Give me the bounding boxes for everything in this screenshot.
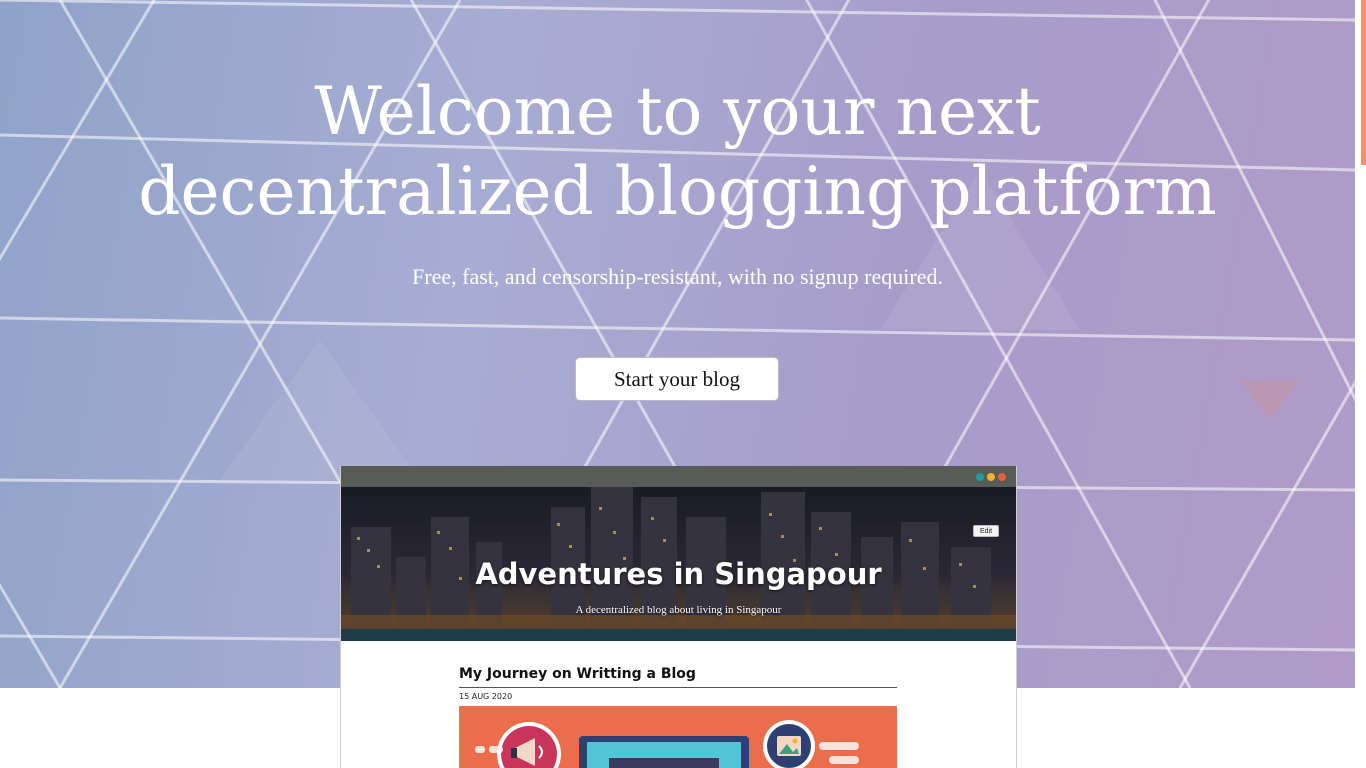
- blog-subtitle: A decentralized blog about living in Sin…: [575, 604, 782, 616]
- window-dot-icon: [987, 473, 995, 481]
- post-divider: [459, 687, 897, 688]
- post-illustration: [459, 706, 897, 768]
- edit-button[interactable]: Edit: [973, 525, 999, 537]
- start-blog-button[interactable]: Start your blog: [575, 357, 779, 401]
- blog-preview-window: Edit Adventures in Singapour A decentral…: [340, 466, 1017, 768]
- scrollbar-thumb[interactable]: [1361, 0, 1366, 165]
- window-dot-icon: [998, 473, 1006, 481]
- blog-title: Adventures in Singapour: [475, 557, 882, 591]
- window-dot-icon: [976, 473, 984, 481]
- hero-heading: Welcome to your next decentralized blogg…: [0, 72, 1355, 232]
- page-scrollbar[interactable]: [1355, 0, 1366, 768]
- hero-heading-line1: Welcome to your next: [314, 73, 1041, 150]
- blog-banner-cityscape: Edit Adventures in Singapour A decentral…: [341, 487, 1016, 641]
- hero-heading-line2: decentralized blogging platform: [138, 153, 1217, 230]
- illustration-image: [475, 720, 859, 768]
- preview-window-bar: [341, 466, 1016, 487]
- post-date: 15 AUG 2020: [459, 692, 513, 701]
- hero-subtitle: Free, fast, and censorship-resistant, wi…: [412, 264, 943, 289]
- image-icon: [777, 736, 801, 756]
- post-title[interactable]: My Journey on Writting a Blog: [459, 666, 696, 682]
